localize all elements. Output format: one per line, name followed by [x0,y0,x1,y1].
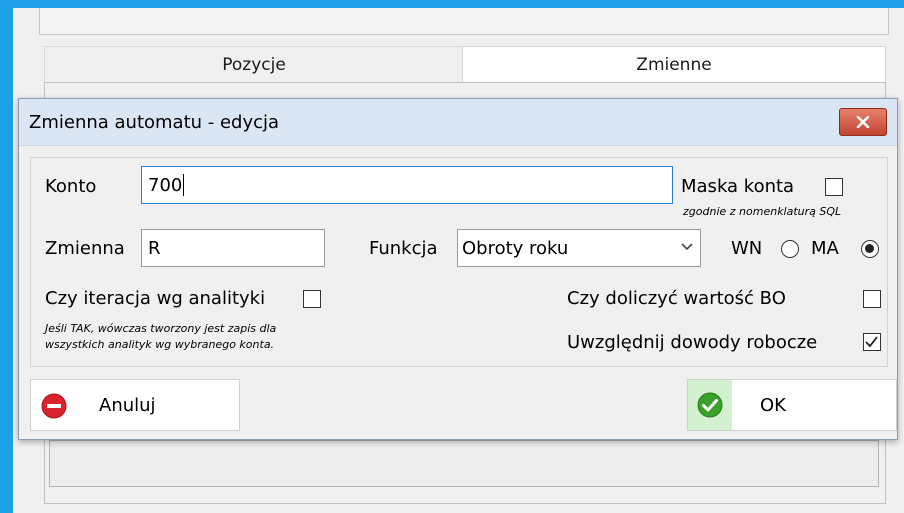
background-bottom-panel [49,440,879,487]
konto-label: Konto [45,176,97,197]
zmienna-label: Zmienna [45,238,125,259]
bo-label: Czy doliczyć wartość BO [567,288,786,309]
background-top-panel [39,8,889,35]
edit-variable-dialog: Zmienna automatu - edycja Konto 700 Mask… [18,98,898,440]
konto-input[interactable]: 700 [141,166,673,204]
close-button[interactable] [839,108,887,136]
konto-value: 700 [148,174,183,196]
dialog-title: Zmienna automatu - edycja [29,112,280,133]
tab-strip: Pozycje Zmienne [44,46,886,83]
funkcja-select[interactable]: Obroty roku [457,229,701,267]
chevron-down-icon [681,243,693,251]
ma-label: MA [811,238,839,259]
maska-konta-note: zgodnie z nomenklaturą SQL [683,205,842,218]
window-frame-top [0,0,904,8]
funkcja-value: Obroty roku [462,237,569,259]
robocze-checkbox[interactable] [863,333,881,351]
check-circle-icon [697,392,723,418]
tab-zmienne[interactable]: Zmienne [462,46,886,83]
cancel-button[interactable]: Anuluj [30,379,240,431]
ok-label: OK [760,395,786,416]
tab-pozycje[interactable]: Pozycje [44,46,464,83]
wn-label: WN [731,238,763,259]
close-icon [856,116,870,128]
maska-konta-label: Maska konta [681,176,795,197]
robocze-label: Uwzględnij dowody robocze [567,332,818,353]
zmienna-input[interactable]: R [141,229,325,267]
bo-checkbox[interactable] [863,290,881,308]
ok-button[interactable]: OK [687,379,897,431]
dialog-titlebar: Zmienna automatu - edycja [19,99,897,146]
checkmark-icon [865,336,878,348]
wn-radio[interactable] [781,240,799,258]
funkcja-label: Funkcja [369,238,438,259]
iteracja-note-line1: Jeśli TAK, wówczas tworzony jest zapis d… [45,322,277,335]
stop-icon [41,393,67,419]
text-caret [183,174,185,196]
cancel-label: Anuluj [99,395,156,416]
zmienna-value: R [148,237,161,259]
iteracja-label: Czy iteracja wg analityki [45,288,266,309]
iteracja-note-line2: wszystkich analityk wg wybranego konta. [45,338,275,351]
iteracja-checkbox[interactable] [303,290,321,308]
form-panel: Konto 700 Maska konta zgodnie z nomenkla… [30,157,888,367]
window-frame-left [0,0,13,513]
ma-radio[interactable] [861,240,879,258]
maska-konta-checkbox[interactable] [825,178,843,196]
